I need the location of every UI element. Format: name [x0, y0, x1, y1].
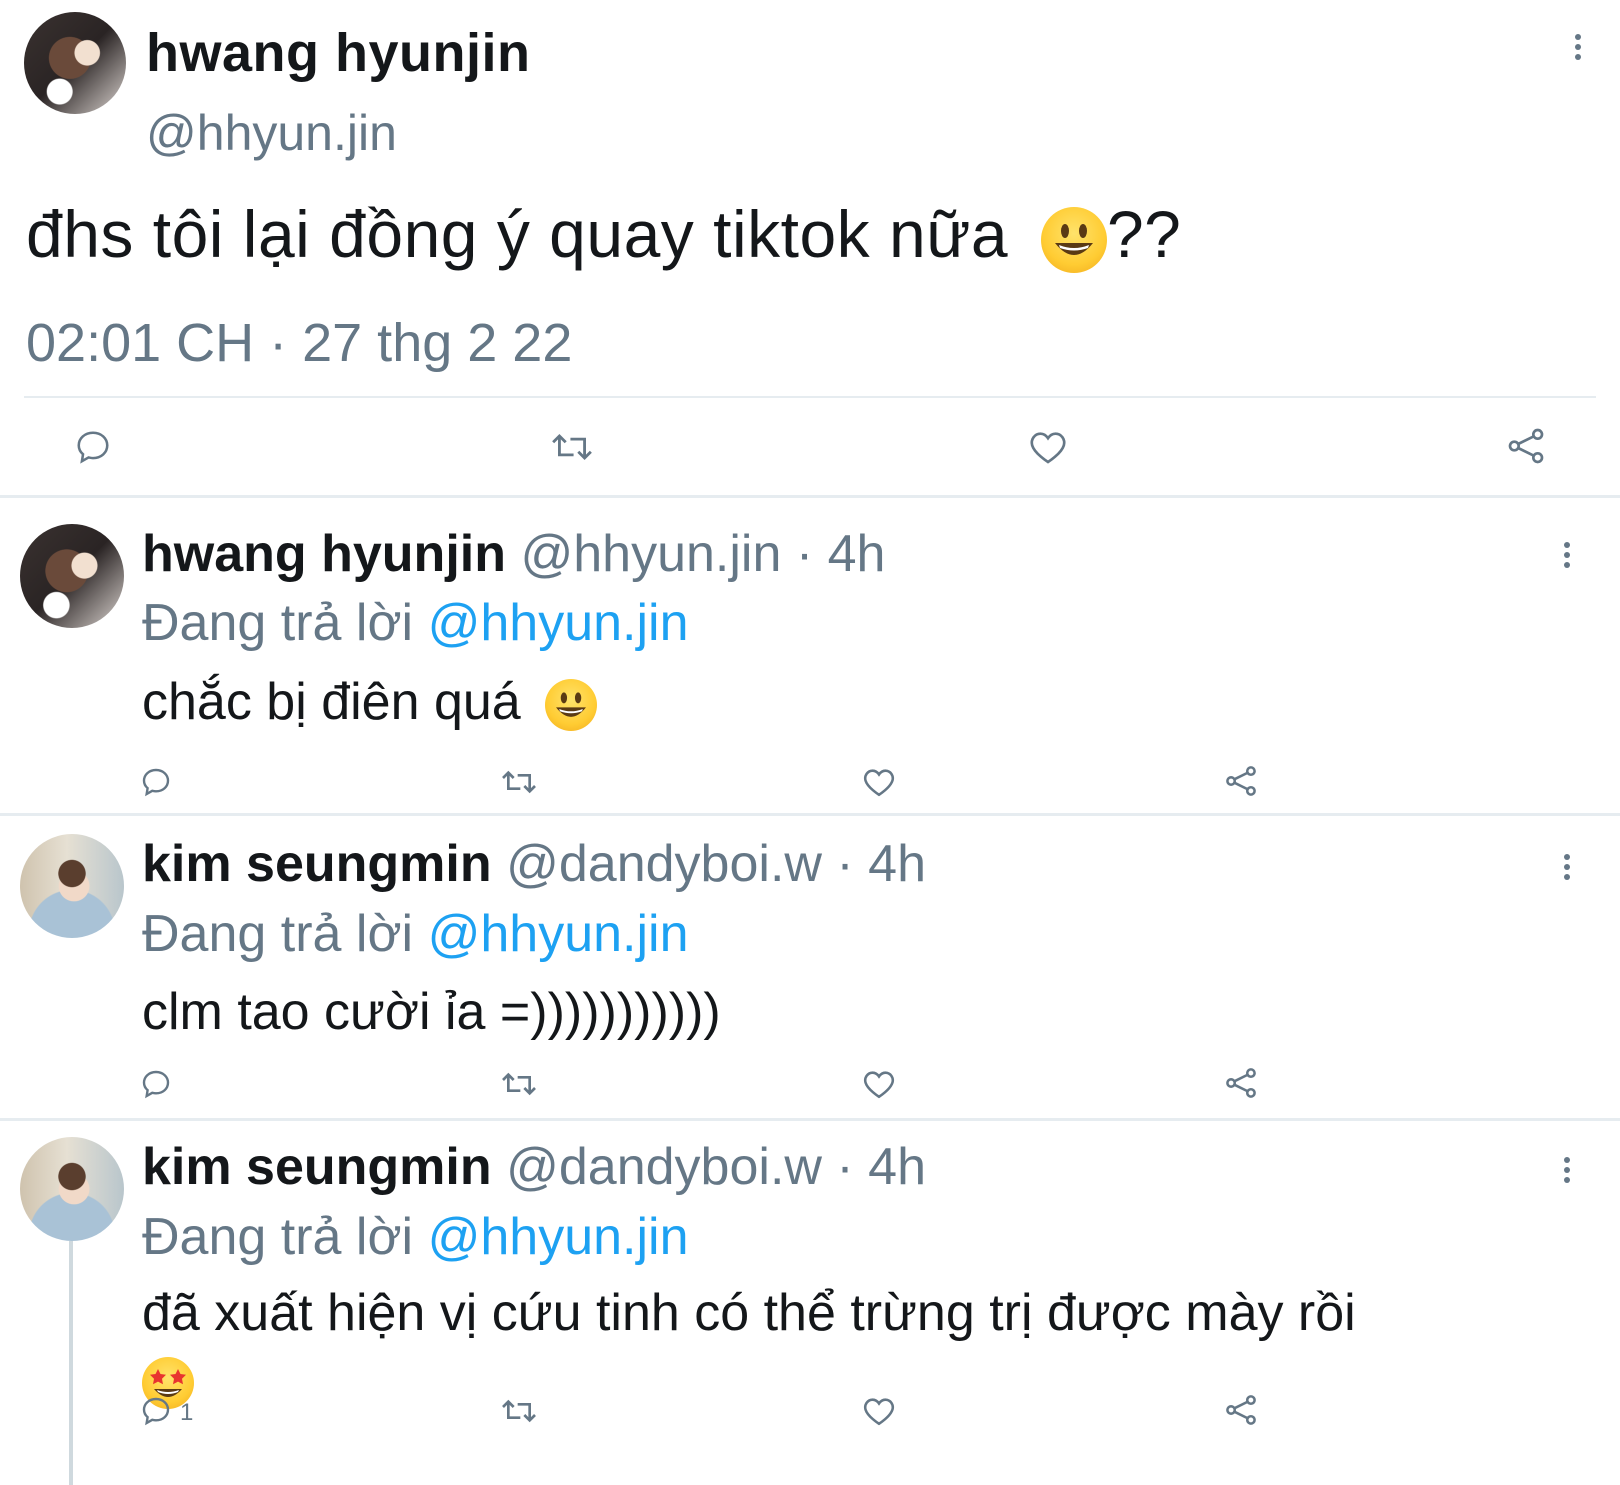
mention-link[interactable]: @hhyun.jin: [428, 1208, 689, 1266]
avatar[interactable]: [20, 1137, 124, 1241]
replying-label: Đang trả lời: [142, 905, 414, 963]
comment-icon[interactable]: [140, 1395, 172, 1427]
comment-icon[interactable]: [140, 766, 172, 798]
author-handle[interactable]: @dandyboi.w · 4h: [506, 835, 926, 893]
comment-icon[interactable]: [140, 1068, 172, 1100]
tweet-text: chắc bị điên quá: [142, 672, 598, 732]
retweet-icon[interactable]: [500, 1395, 538, 1427]
more-icon[interactable]: [1563, 542, 1571, 572]
reply-count: 1: [180, 1399, 194, 1426]
mention-link[interactable]: @hhyun.jin: [428, 594, 689, 652]
smiley-emoji: [1040, 206, 1107, 273]
avatar[interactable]: [20, 524, 124, 628]
like-icon[interactable]: [862, 1395, 896, 1427]
divider: [24, 396, 1596, 398]
replying-to: Đang trả lời @hhyun.jin: [142, 1207, 689, 1267]
tweet-text: đhs tôi lại đồng ý quay tiktok nữa ??: [26, 196, 1181, 273]
retweet-icon[interactable]: [500, 1068, 538, 1100]
author-name[interactable]: kim seungmin: [142, 835, 492, 893]
tweet-timestamp: 02:01 CH · 27 thg 2 22: [26, 313, 573, 373]
thread-line: [69, 1241, 73, 1485]
author-name[interactable]: hwang hyunjin: [142, 525, 506, 583]
reply-tweet[interactable]: hwang hyunjin @hhyun.jin · 4h Đang trả l…: [0, 498, 1620, 816]
mention-link[interactable]: @hhyun.jin: [428, 905, 689, 963]
more-icon[interactable]: [1563, 1157, 1571, 1187]
replying-to: Đang trả lời @hhyun.jin: [142, 904, 689, 964]
replying-label: Đang trả lời: [142, 594, 414, 652]
author-handle[interactable]: @hhyun.jin: [146, 104, 397, 162]
share-icon[interactable]: [1224, 1393, 1258, 1427]
author-name[interactable]: kim seungmin: [142, 1138, 492, 1196]
avatar[interactable]: [20, 834, 124, 938]
more-icon[interactable]: [1563, 854, 1571, 884]
replying-label: Đang trả lời: [142, 1208, 414, 1266]
retweet-icon[interactable]: [550, 428, 594, 466]
tweet-text-body: chắc bị điên quá: [142, 673, 521, 731]
tweet-text-body: đhs tôi lại đồng ý quay tiktok nữa: [26, 197, 1009, 271]
like-icon[interactable]: [1028, 428, 1068, 466]
share-icon[interactable]: [1224, 1066, 1258, 1100]
share-icon[interactable]: [1506, 426, 1546, 466]
smiley-emoji: [545, 679, 598, 732]
main-tweet: hwang hyunjin @hhyun.jin đhs tôi lại đồn…: [0, 0, 1620, 498]
author-handle[interactable]: @hhyun.jin · 4h: [520, 525, 885, 583]
tweet-text: clm tao cười ỉa =))))))))))): [142, 983, 721, 1041]
author-name[interactable]: hwang hyunjin: [146, 22, 530, 84]
tweet-text: đã xuất hiện vị cứu tinh có thể trừng tr…: [142, 1284, 1356, 1342]
like-icon[interactable]: [862, 1068, 896, 1100]
retweet-icon[interactable]: [500, 766, 538, 798]
reply-header: kim seungmin @dandyboi.w · 4h: [142, 834, 926, 894]
author-handle[interactable]: @dandyboi.w · 4h: [506, 1138, 926, 1196]
avatar[interactable]: [24, 12, 126, 114]
reply-header: hwang hyunjin @hhyun.jin · 4h: [142, 524, 885, 584]
more-icon[interactable]: [1574, 34, 1582, 64]
share-icon[interactable]: [1224, 764, 1258, 798]
tweet-text-suffix: ??: [1106, 197, 1182, 271]
reply-header: kim seungmin @dandyboi.w · 4h: [142, 1137, 926, 1197]
like-icon[interactable]: [862, 766, 896, 798]
reply-tweet[interactable]: kim seungmin @dandyboi.w · 4h Đang trả l…: [0, 1121, 1620, 1485]
reply-tweet[interactable]: kim seungmin @dandyboi.w · 4h Đang trả l…: [0, 816, 1620, 1121]
comment-icon[interactable]: [74, 428, 112, 466]
replying-to: Đang trả lời @hhyun.jin: [142, 593, 689, 653]
